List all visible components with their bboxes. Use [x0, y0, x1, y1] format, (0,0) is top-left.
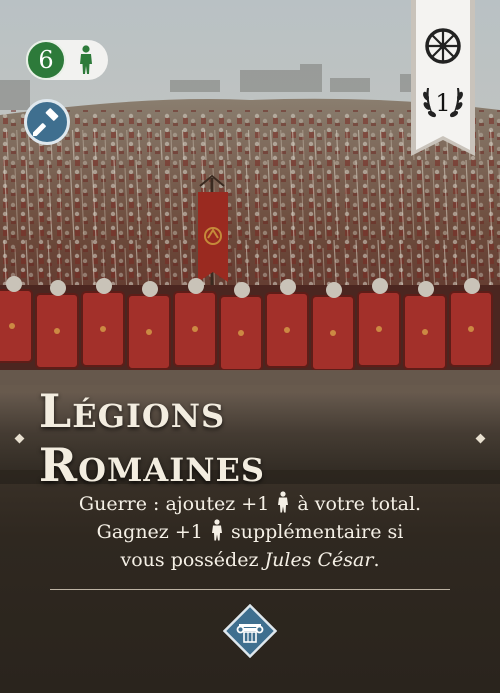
effect-line-1: Guerre : ajoutez +1 à votre total. — [78, 491, 422, 515]
hammer-badge — [24, 99, 70, 145]
age-ribbon: 1 — [411, 0, 475, 156]
card-title: Légions Romaines — [38, 384, 265, 492]
title-ornament-left — [14, 433, 25, 443]
person-icon — [211, 519, 222, 541]
person-icon — [278, 491, 289, 513]
title-ornament-right — [475, 433, 486, 443]
wheel-icon — [425, 28, 461, 64]
title-bar: Légions Romaines — [0, 384, 500, 492]
person-icon — [80, 45, 92, 74]
hammer-icon — [33, 108, 59, 136]
effect-line-2: Gagnez +1 supplémentaire si — [96, 519, 404, 543]
card-effect-text: Guerre : ajoutez +1 à votre total. Gagne… — [0, 490, 500, 574]
effect-highlight: Jules César — [264, 549, 374, 571]
effect-line-3: vous possédez Jules César. — [120, 549, 380, 571]
shield-wall — [0, 276, 500, 385]
card[interactable]: 6 1 Légions Romaines Guerre: ajoutez +1… — [0, 0, 500, 693]
age-number: 1 — [435, 89, 450, 117]
cost-indicator: 6 — [26, 40, 108, 80]
column-capital-icon — [223, 604, 277, 658]
cost-value: 6 — [26, 40, 66, 80]
divider — [50, 589, 450, 590]
